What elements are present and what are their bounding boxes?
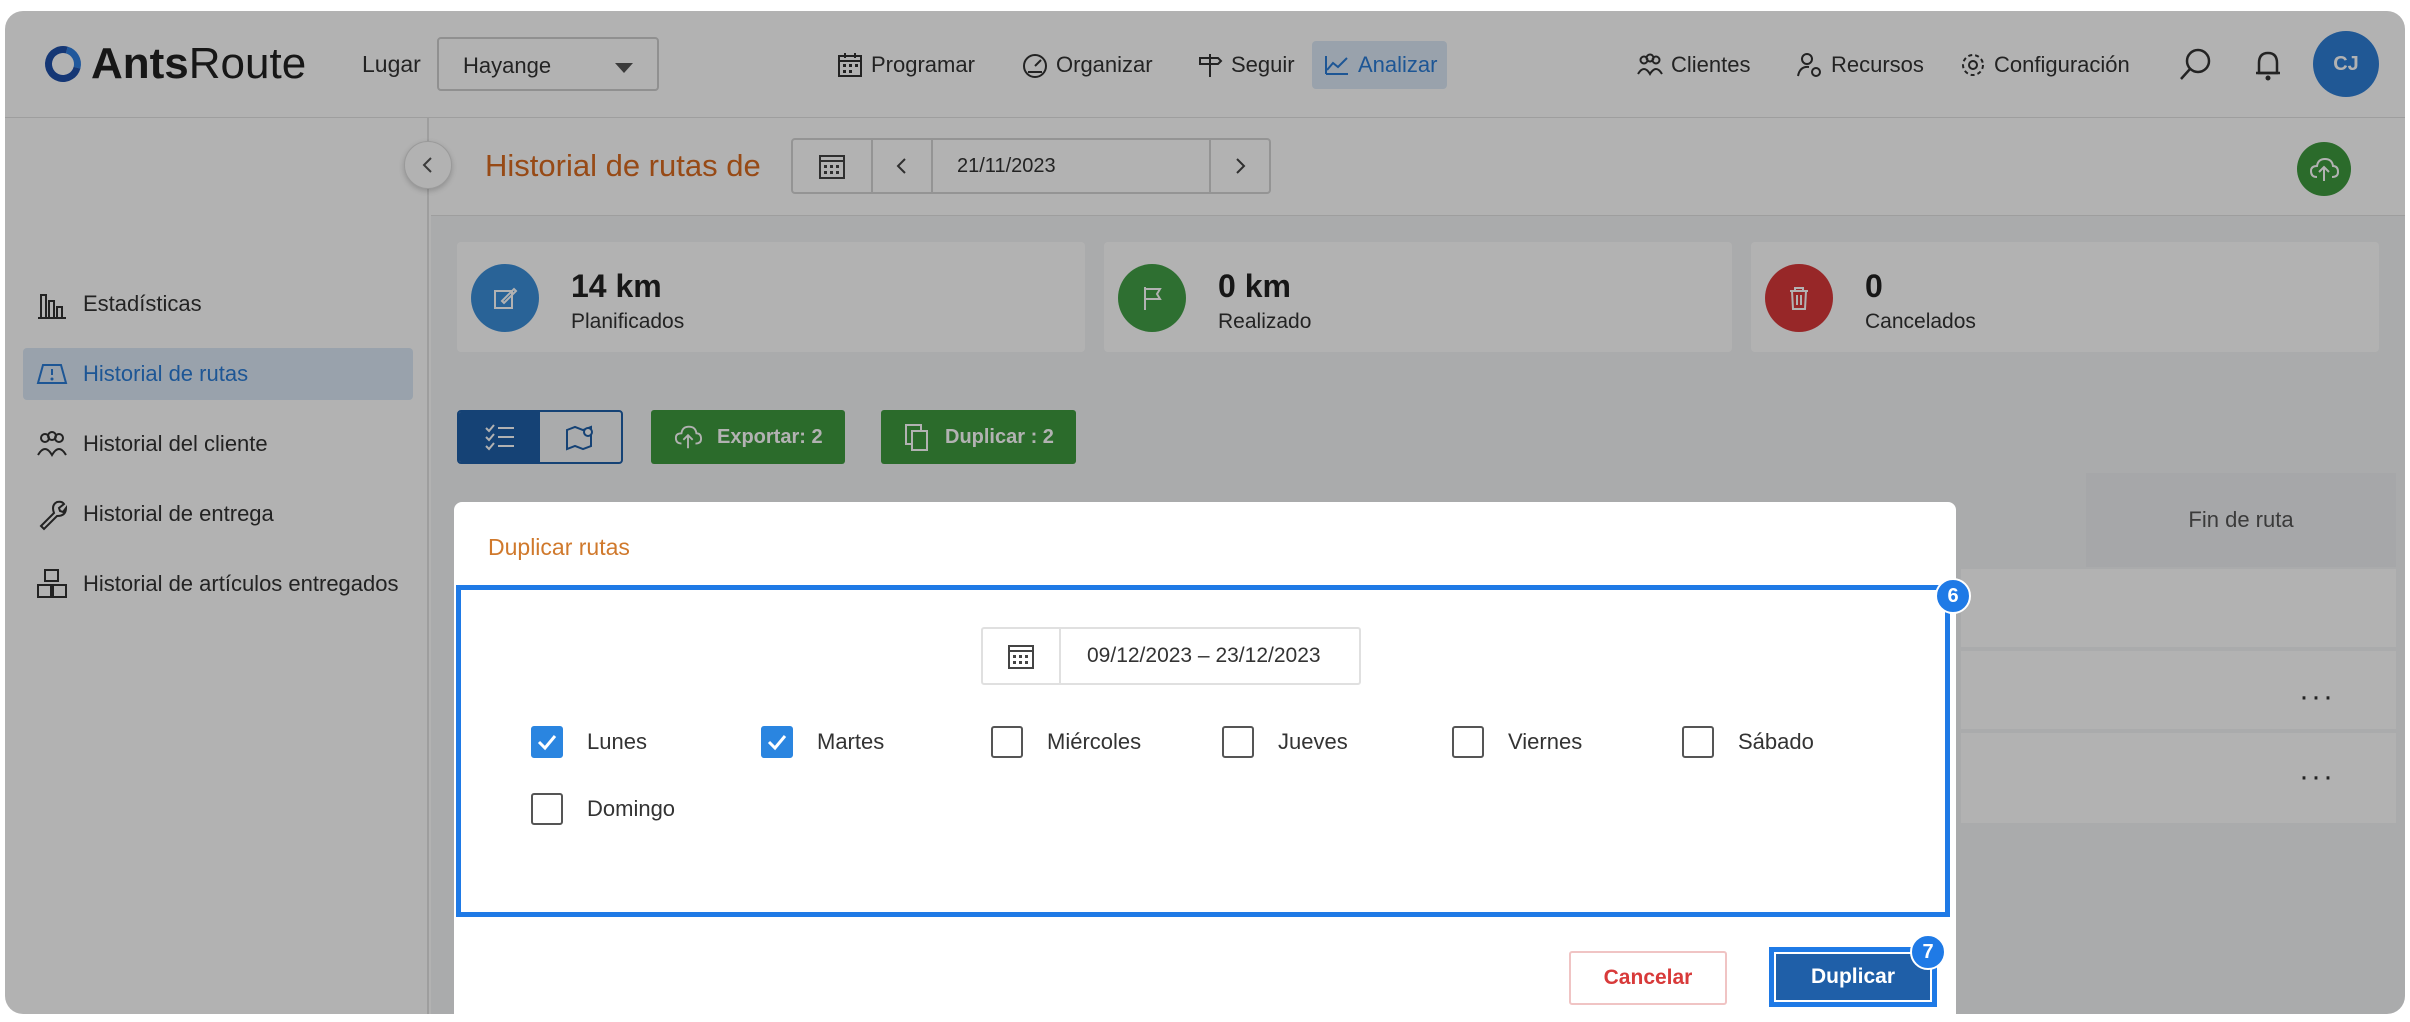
day-checkbox-miercoles[interactable]: Miércoles [991,726,1141,758]
checkbox-unchecked[interactable] [1222,726,1254,758]
day-label: Miércoles [1047,729,1142,754]
app-window: Ants Route Lugar Hayange Programar Organi… [5,11,2405,1014]
day-label: Viernes [1508,729,1583,754]
calendar-icon [983,629,1061,683]
step-badge: 7 [1910,934,1946,970]
duplicate-confirm-label: Duplicar [1774,952,1932,1002]
checkbox-unchecked[interactable] [1452,726,1484,758]
day-checkbox-sabado[interactable]: Sábado [1682,726,1814,758]
day-checkbox-domingo[interactable]: Domingo [531,793,675,825]
day-label: Jueves [1278,729,1348,754]
day-label: Lunes [587,729,647,754]
checkmark-icon [537,735,557,751]
day-label: Sábado [1738,729,1814,754]
day-label: Domingo [587,796,676,821]
day-checkbox-martes[interactable]: Martes [761,726,884,758]
date-range-picker[interactable]: 09/12/2023 – 23/12/2023 [981,627,1361,685]
day-checkbox-lunes[interactable]: Lunes [531,726,647,758]
modal-body: 09/12/2023 – 23/12/2023 Lunes Martes Mié… [456,585,1950,917]
duplicate-routes-modal: Duplicar rutas 09/12/2023 – 23/12/2023 L… [454,502,1971,1014]
checkbox-unchecked[interactable] [1682,726,1714,758]
cancel-button[interactable]: Cancelar [1569,951,1727,1005]
day-checkbox-jueves[interactable]: Jueves [1222,726,1348,758]
day-checkbox-viernes[interactable]: Viernes [1452,726,1582,758]
step-badge: 6 [1935,578,1971,614]
day-label: Martes [817,729,885,754]
checkbox-unchecked[interactable] [531,793,563,825]
checkbox-checked[interactable] [531,726,563,758]
checkbox-unchecked[interactable] [991,726,1023,758]
checkbox-checked[interactable] [761,726,793,758]
modal-title: Duplicar rutas [488,534,630,560]
date-range-value: 09/12/2023 – 23/12/2023 [1087,644,1321,667]
checkmark-icon [767,735,787,751]
